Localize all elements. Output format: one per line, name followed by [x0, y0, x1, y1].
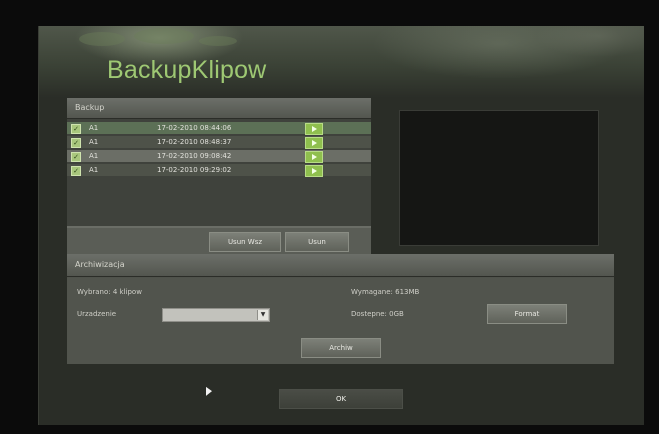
- clip-list: ✓ A1 17-02-2010 08:44:06 ✓ A1 17-02-2010…: [67, 122, 371, 178]
- header-banner: BackupKlipow: [39, 26, 644, 98]
- device-label: Urzadzenie: [77, 310, 117, 318]
- checkbox-icon[interactable]: ✓: [71, 138, 81, 148]
- format-button[interactable]: Format: [487, 304, 567, 324]
- clip-channel: A1: [89, 124, 99, 132]
- archive-panel-header: Archiwizacja: [67, 254, 614, 277]
- clip-timestamp: 17-02-2010 09:29:02: [157, 166, 232, 174]
- checkbox-icon[interactable]: ✓: [71, 166, 81, 176]
- checkbox-icon[interactable]: ✓: [71, 124, 81, 134]
- clip-timestamp: 17-02-2010 08:48:37: [157, 138, 232, 146]
- clip-timestamp: 17-02-2010 09:08:42: [157, 152, 232, 160]
- required-size: Wymagane: 613MB: [351, 288, 420, 296]
- backup-panel: Backup ✓ A1 17-02-2010 08:44:06 ✓ A1 17-…: [67, 98, 371, 254]
- selected-count: Wybrano: 4 klipow: [77, 288, 142, 296]
- clip-row[interactable]: ✓ A1 17-02-2010 09:29:02: [67, 164, 371, 177]
- play-icon[interactable]: [305, 137, 323, 149]
- clip-row[interactable]: ✓ A1 17-02-2010 08:44:06: [67, 122, 371, 135]
- ok-button[interactable]: OK: [279, 389, 403, 409]
- clip-row[interactable]: ✓ A1 17-02-2010 08:48:37: [67, 136, 371, 149]
- device-select[interactable]: ▼: [162, 308, 270, 322]
- backup-actions: Usun Wsz Usun: [67, 226, 371, 254]
- leaf-decoration: [199, 36, 237, 46]
- archive-body: Wybrano: 4 klipow Wymagane: 613MB Urzadz…: [67, 278, 614, 364]
- play-icon[interactable]: [305, 165, 323, 177]
- clip-channel: A1: [89, 138, 99, 146]
- clip-timestamp: 17-02-2010 08:44:06: [157, 124, 232, 132]
- archive-panel: Archiwizacja Wybrano: 4 klipow Wymagane:…: [67, 254, 614, 364]
- chevron-down-icon[interactable]: ▼: [257, 310, 268, 320]
- clip-channel: A1: [89, 166, 99, 174]
- play-icon[interactable]: [305, 123, 323, 135]
- leaf-decoration: [79, 32, 125, 46]
- clip-channel: A1: [89, 152, 99, 160]
- backup-dialog: BackupKlipow Backup ✓ A1 17-02-2010 08:4…: [38, 26, 644, 425]
- video-preview: [399, 110, 599, 246]
- backup-panel-header: Backup: [67, 98, 371, 119]
- archive-button[interactable]: Archiw: [301, 338, 381, 358]
- checkbox-icon[interactable]: ✓: [71, 152, 81, 162]
- available-size: Dostepne: 0GB: [351, 310, 404, 318]
- page-title: BackupKlipow: [107, 56, 267, 84]
- play-icon[interactable]: [305, 151, 323, 163]
- delete-button[interactable]: Usun: [285, 232, 349, 252]
- clip-row[interactable]: ✓ A1 17-02-2010 09:08:42: [67, 150, 371, 163]
- delete-all-button[interactable]: Usun Wsz: [209, 232, 281, 252]
- leaf-decoration: [134, 28, 194, 44]
